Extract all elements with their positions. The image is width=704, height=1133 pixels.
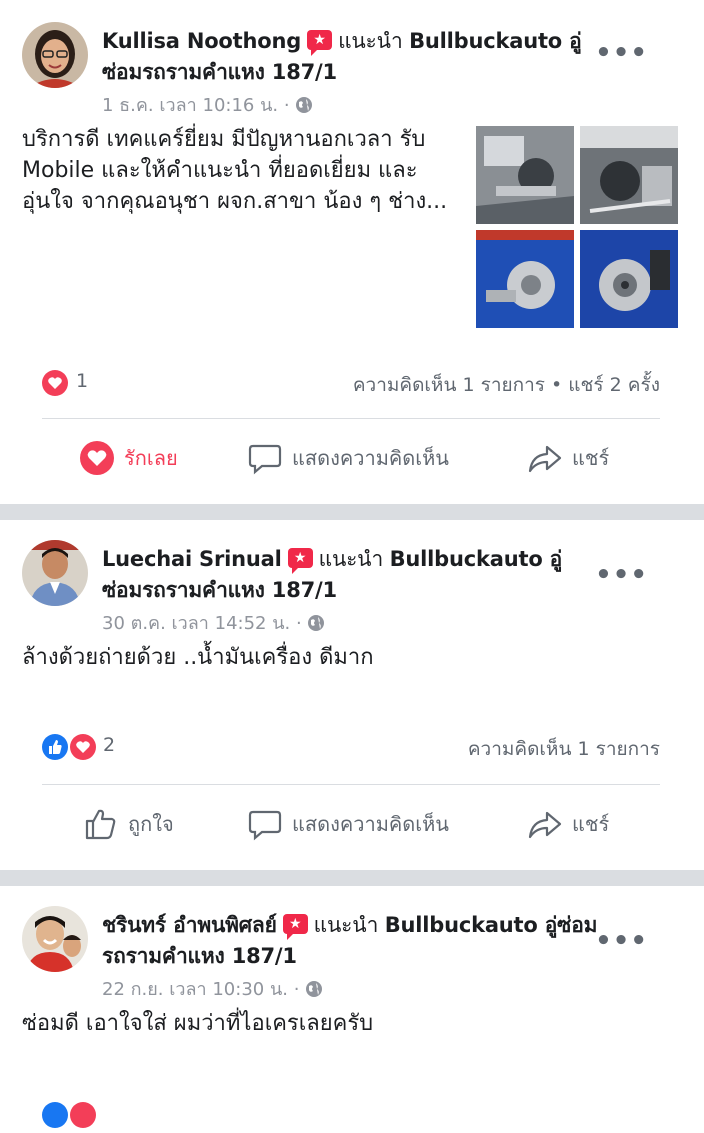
like-button[interactable]: ถูกใจ <box>84 804 174 844</box>
avatar[interactable] <box>22 906 88 972</box>
text-line: ล้างด้วยถ่ายด้วย ..น้ำมันเครื่อง ดีมาก <box>22 645 374 670</box>
text-line: Mobile และให้คำแนะนำ ที่ยอดเยี่ยม และ <box>22 158 418 183</box>
comment-label: แสดงความคิดเห็น <box>292 446 449 470</box>
text-line: อุ่นใจ จากคุณอนุชา ผจก.สาขา น้อง ๆ ช่าง.… <box>22 189 448 214</box>
post-card: Luechai Srinual ★ แนะนำ Bullbuckauto อู่ซ่… <box>0 520 704 870</box>
reaction-summary: 2 ความคิดเห็น 1 รายการ <box>42 730 660 764</box>
author-name[interactable]: Luechai Srinual <box>102 547 282 571</box>
recommend-icon: ★ <box>282 914 308 940</box>
timestamp[interactable]: 22 ก.ย. เวลา 10:30 น. <box>102 979 288 1000</box>
share-icon <box>528 811 562 839</box>
post-header: Kullisa Noothong ★ แนะนำ Bullbuckauto อู่ซ… <box>102 26 602 88</box>
text-line: ซ่อมดี เอาใจใส่ ผมว่าที่ไอเครเลยครับ <box>22 1011 374 1036</box>
photo-grid[interactable] <box>476 126 678 328</box>
globe-icon <box>306 981 323 997</box>
thumbs-up-icon <box>85 809 116 840</box>
comment-label: แสดงความคิดเห็น <box>292 812 449 836</box>
more-options-icon[interactable]: ••• <box>595 560 648 590</box>
heart-icon <box>80 441 114 475</box>
post-text: ล้างด้วยถ่ายด้วย ..น้ำมันเครื่อง ดีมาก <box>22 642 374 673</box>
comment-share-count[interactable]: ความคิดเห็น 1 รายการ • แชร์ 2 ครั้ง <box>353 370 660 400</box>
post-card: ชรินทร์ อำพนพิศลย์ ★ แนะนำ Bullbuckauto อู… <box>0 886 704 1128</box>
comment-button[interactable]: แสดงความคิดเห็น <box>248 804 449 844</box>
timestamp[interactable]: 1 ธ.ค. เวลา 10:16 น. <box>102 95 278 116</box>
share-button[interactable]: แชร์ <box>528 804 609 844</box>
action-text: แนะนำ <box>338 29 403 53</box>
like-reaction-icon[interactable] <box>42 734 68 760</box>
more-options-icon[interactable]: ••• <box>595 38 648 68</box>
post-header: ชรินทร์ อำพนพิศลย์ ★ แนะนำ Bullbuckauto อู… <box>102 910 602 972</box>
divider <box>42 784 660 785</box>
author-name[interactable]: ชรินทร์ อำพนพิศลย์ <box>102 913 277 937</box>
share-button[interactable]: แชร์ <box>528 438 609 478</box>
love-label: รักเลย <box>124 446 178 470</box>
love-reaction-icon[interactable] <box>70 734 96 760</box>
post-card: Kullisa Noothong ★ แนะนำ Bullbuckauto อู่ซ… <box>0 0 704 504</box>
action-text: แนะนำ <box>318 547 384 571</box>
avatar[interactable] <box>22 22 88 88</box>
post-separator <box>0 504 704 520</box>
post-text: บริการดี เทคแคร์ยี่ยม มีปัญหานอกเวลา รับ… <box>22 124 447 217</box>
share-label: แชร์ <box>572 446 610 470</box>
post-meta: 22 ก.ย. เวลา 10:30 น. · <box>102 974 323 1003</box>
engine-photo[interactable] <box>580 126 678 224</box>
comment-count[interactable]: ความคิดเห็น 1 รายการ <box>468 734 660 764</box>
post-meta: 1 ธ.ค. เวลา 10:16 น. · <box>102 90 313 119</box>
love-button[interactable]: รักเลย <box>80 438 178 478</box>
author-name[interactable]: Kullisa Noothong <box>102 29 301 53</box>
love-reaction-icon[interactable] <box>42 370 68 396</box>
reaction-summary <box>42 1098 660 1132</box>
love-reaction-icon[interactable] <box>70 1102 96 1128</box>
globe-icon <box>296 97 313 113</box>
recommend-icon: ★ <box>287 548 313 574</box>
reaction-count[interactable]: 1 <box>76 370 88 392</box>
share-icon <box>528 445 562 473</box>
post-meta: 30 ต.ค. เวลา 14:52 น. · <box>102 608 325 637</box>
divider <box>42 418 660 419</box>
post-header: Luechai Srinual ★ แนะนำ Bullbuckauto อู่ซ่… <box>102 544 602 606</box>
reaction-summary: 1 ความคิดเห็น 1 รายการ • แชร์ 2 ครั้ง <box>42 366 660 400</box>
engine-photo[interactable] <box>476 230 574 328</box>
share-label: แชร์ <box>572 812 610 836</box>
avatar[interactable] <box>22 540 88 606</box>
more-options-icon[interactable]: ••• <box>595 926 648 956</box>
comment-icon <box>248 810 282 841</box>
comment-icon <box>248 444 282 475</box>
globe-icon <box>308 615 325 631</box>
reaction-count[interactable]: 2 <box>103 734 115 756</box>
text-line: บริการดี เทคแคร์ยี่ยม มีปัญหานอกเวลา รับ <box>22 127 426 152</box>
post-text: ซ่อมดี เอาใจใส่ ผมว่าที่ไอเครเลยครับ <box>22 1008 373 1039</box>
comment-button[interactable]: แสดงความคิดเห็น <box>248 438 449 478</box>
recommend-icon: ★ <box>307 30 333 56</box>
like-label: ถูกใจ <box>128 812 174 836</box>
timestamp[interactable]: 30 ต.ค. เวลา 14:52 น. <box>102 613 290 634</box>
like-reaction-icon[interactable] <box>42 1102 68 1128</box>
action-text: แนะนำ <box>313 913 379 937</box>
engine-photo[interactable] <box>476 126 574 224</box>
post-separator <box>0 870 704 886</box>
engine-photo[interactable] <box>580 230 678 328</box>
